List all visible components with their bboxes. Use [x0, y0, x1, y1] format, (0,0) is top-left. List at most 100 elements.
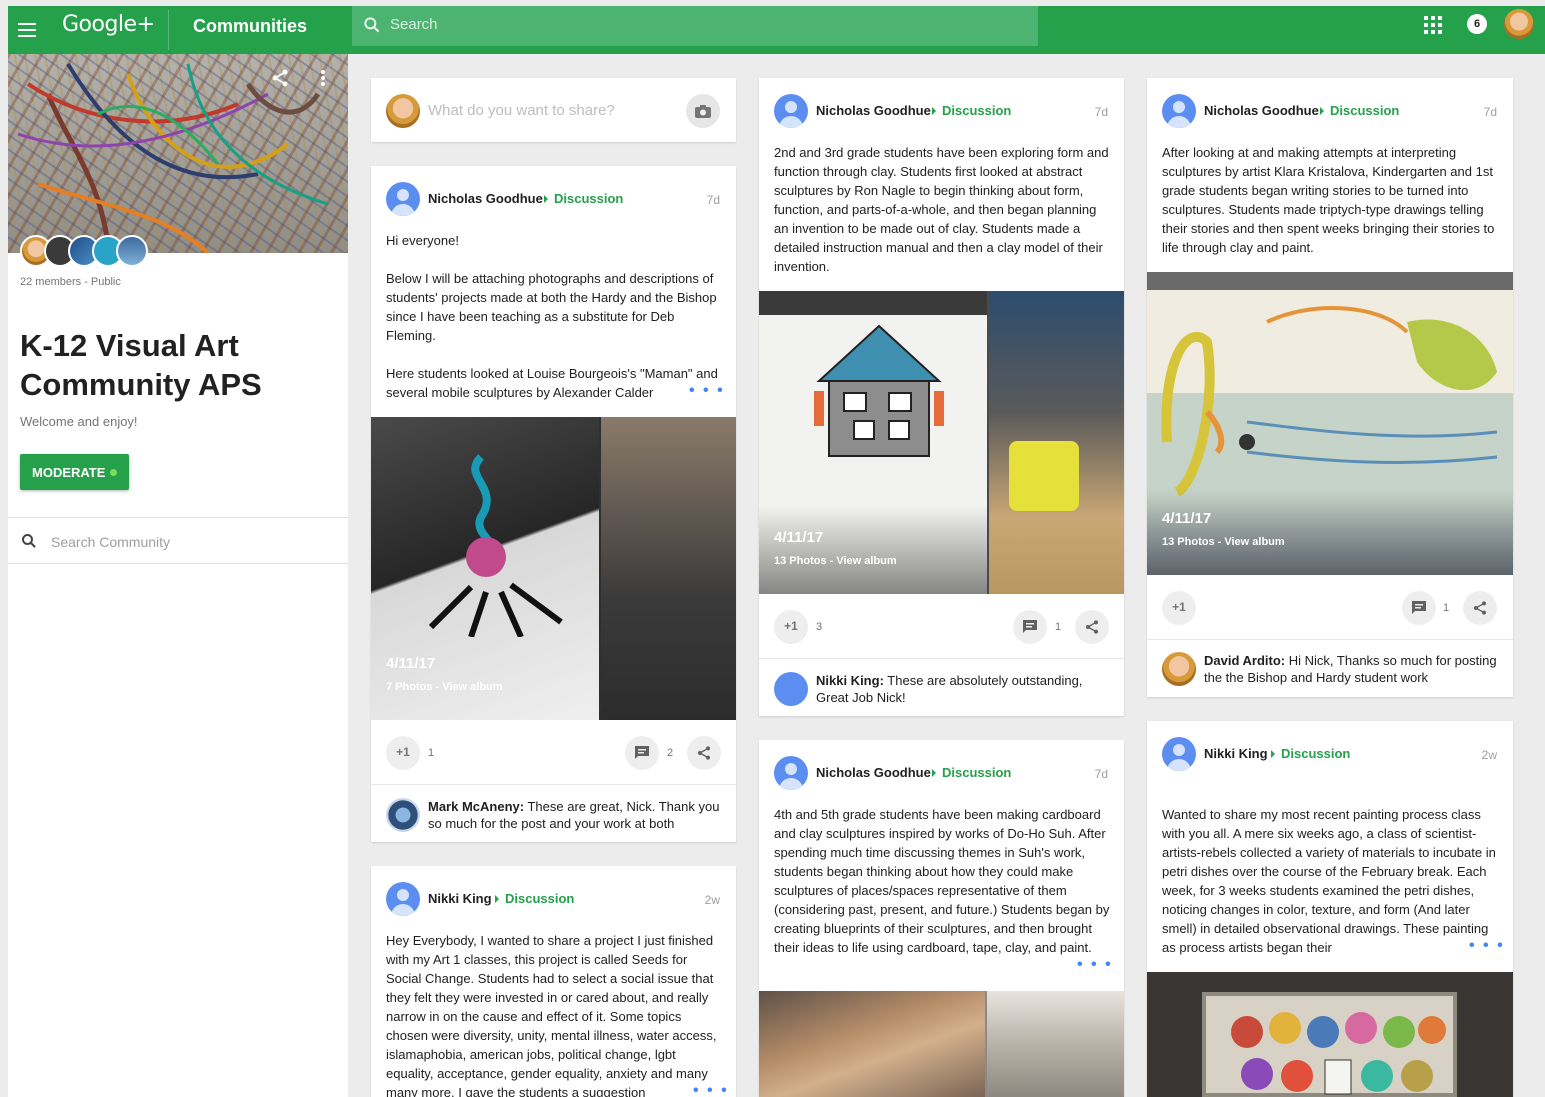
post-body[interactable]: Wanted to share my most recent painting … [1162, 805, 1498, 957]
commenter-avatar[interactable] [774, 672, 808, 706]
member-avatars[interactable] [20, 235, 150, 269]
post-card: Nicholas Goodhue Discussion 7d 2nd and 3… [759, 78, 1124, 716]
album-photo[interactable] [1147, 972, 1513, 1097]
category-arrow-icon [1271, 750, 1275, 758]
plus-one-button[interactable]: +1 [774, 610, 808, 644]
search-input[interactable]: Search [352, 6, 1038, 46]
category-arrow-icon [544, 195, 548, 203]
album-photo[interactable] [759, 991, 1124, 1097]
commenter-avatar[interactable] [386, 798, 420, 832]
share-button[interactable] [687, 736, 721, 770]
google-plus-logo[interactable]: Google+ [62, 12, 155, 37]
post-time[interactable]: 2w [1482, 748, 1497, 762]
comment-button[interactable] [625, 736, 659, 770]
album-date: 4/11/17 [386, 655, 436, 672]
post-author[interactable]: Nikki King [1204, 746, 1268, 761]
post-body[interactable]: Hi everyone! Below I will be attaching p… [386, 231, 722, 421]
comment[interactable]: David Ardito: Hi Nick, Thanks so much fo… [1204, 652, 1500, 686]
menu-icon[interactable] [18, 18, 38, 42]
post-time[interactable]: 7d [707, 193, 720, 207]
community-sidebar: 22 members - Public K-12 Visual Art Comm… [8, 54, 348, 1097]
comment[interactable]: Mark McAneny: These are great, Nick. Tha… [428, 798, 724, 832]
post-category[interactable]: Discussion [942, 765, 1011, 780]
category-arrow-icon [932, 107, 936, 115]
read-more-icon[interactable]: • • • [689, 382, 725, 400]
comment-icon [635, 746, 649, 759]
camera-button[interactable] [686, 94, 720, 128]
avatar[interactable] [1162, 94, 1196, 128]
plus-one-label: +1 [396, 745, 410, 759]
divider [1147, 639, 1513, 640]
account-avatar[interactable] [1504, 9, 1534, 39]
read-more-icon[interactable]: • • • [1465, 937, 1505, 955]
compose-card[interactable]: What do you want to share? [371, 78, 736, 142]
post-category[interactable]: Discussion [1281, 746, 1350, 761]
member-count[interactable]: 22 members - Public [20, 276, 121, 288]
house-drawing-image [814, 324, 944, 457]
post-body[interactable]: 2nd and 3rd grade students have been exp… [774, 143, 1110, 276]
category-arrow-icon [932, 769, 936, 777]
post-category[interactable]: Discussion [942, 103, 1011, 118]
share-icon[interactable] [270, 68, 290, 88]
plus-one-count: 1 [428, 747, 435, 759]
plus-one-button[interactable]: +1 [1162, 591, 1196, 625]
post-category[interactable]: Discussion [1330, 103, 1399, 118]
album-photo[interactable]: 4/11/17 13 Photos - View album [1147, 272, 1513, 575]
post-body[interactable]: After looking at and making attempts at … [1162, 143, 1498, 257]
compose-placeholder[interactable]: What do you want to share? [428, 102, 615, 119]
post-author[interactable]: Nicholas Goodhue [1204, 103, 1319, 118]
petri-dish-paintings-image [1231, 1012, 1446, 1095]
post-category[interactable]: Discussion [554, 191, 623, 206]
comment-button[interactable] [1402, 591, 1436, 625]
post-time[interactable]: 2w [705, 893, 720, 907]
comment-author[interactable]: David Ardito: [1204, 653, 1285, 668]
comment-count: 1 [1443, 602, 1450, 614]
avatar[interactable] [386, 182, 420, 216]
member-avatar[interactable] [116, 235, 148, 267]
yarn-sculpture-image [17, 62, 329, 253]
moderate-button[interactable]: MODERATE [20, 454, 129, 490]
post-time[interactable]: 7d [1095, 767, 1108, 781]
comment[interactable]: Nikki King: These are absolutely outstan… [816, 672, 1112, 706]
section-title[interactable]: Communities [193, 16, 307, 37]
plus-one-button[interactable]: +1 [386, 736, 420, 770]
post-author[interactable]: Nicholas Goodhue [816, 103, 931, 118]
avatar[interactable] [774, 756, 808, 790]
post-body[interactable]: Hey Everybody, I wanted to share a proje… [386, 931, 722, 1097]
album-photo[interactable]: 4/11/17 7 Photos - View album [371, 417, 736, 720]
album-photo[interactable]: 4/11/17 13 Photos - View album [759, 291, 1124, 594]
notification-badge[interactable]: 6 [1467, 14, 1487, 34]
post-author[interactable]: Nikki King [428, 891, 492, 906]
share-icon [1086, 620, 1098, 634]
share-button[interactable] [1463, 591, 1497, 625]
post-body[interactable]: 4th and 5th grade students have been mak… [774, 805, 1110, 957]
read-more-icon[interactable]: • • • [689, 1082, 729, 1097]
community-search-input[interactable]: Search Community [8, 518, 348, 564]
status-dot-icon [110, 469, 117, 476]
comment-author[interactable]: Mark McAneny: [428, 799, 524, 814]
view-album-link[interactable]: 13 Photos - View album [1162, 536, 1285, 548]
post-paragraph: Here students looked at Louise Bourgeois… [386, 366, 718, 400]
post-author[interactable]: Nicholas Goodhue [816, 765, 931, 780]
post-time[interactable]: 7d [1484, 105, 1497, 119]
share-button[interactable] [1075, 610, 1109, 644]
comment-button[interactable] [1013, 610, 1047, 644]
post-card: Nikki King Discussion 2w Hey Everybody, … [371, 866, 736, 1097]
post-time[interactable]: 7d [1095, 105, 1108, 119]
search-icon [22, 534, 36, 548]
avatar[interactable] [774, 94, 808, 128]
avatar[interactable] [386, 882, 420, 916]
apps-icon[interactable] [1424, 16, 1442, 34]
category-arrow-icon [1320, 107, 1324, 115]
commenter-avatar[interactable] [1162, 652, 1196, 686]
avatar[interactable] [1162, 737, 1196, 771]
comment-icon [1412, 601, 1426, 614]
community-title: K-12 Visual Art Community APS [20, 328, 262, 402]
read-more-icon[interactable]: • • • [1077, 956, 1113, 974]
post-category[interactable]: Discussion [505, 891, 574, 906]
more-vert-icon[interactable] [320, 68, 326, 88]
comment-author[interactable]: Nikki King: [816, 673, 884, 688]
view-album-link[interactable]: 7 Photos - View album [386, 681, 503, 693]
post-author[interactable]: Nicholas Goodhue [428, 191, 543, 206]
view-album-link[interactable]: 13 Photos - View album [774, 555, 897, 567]
